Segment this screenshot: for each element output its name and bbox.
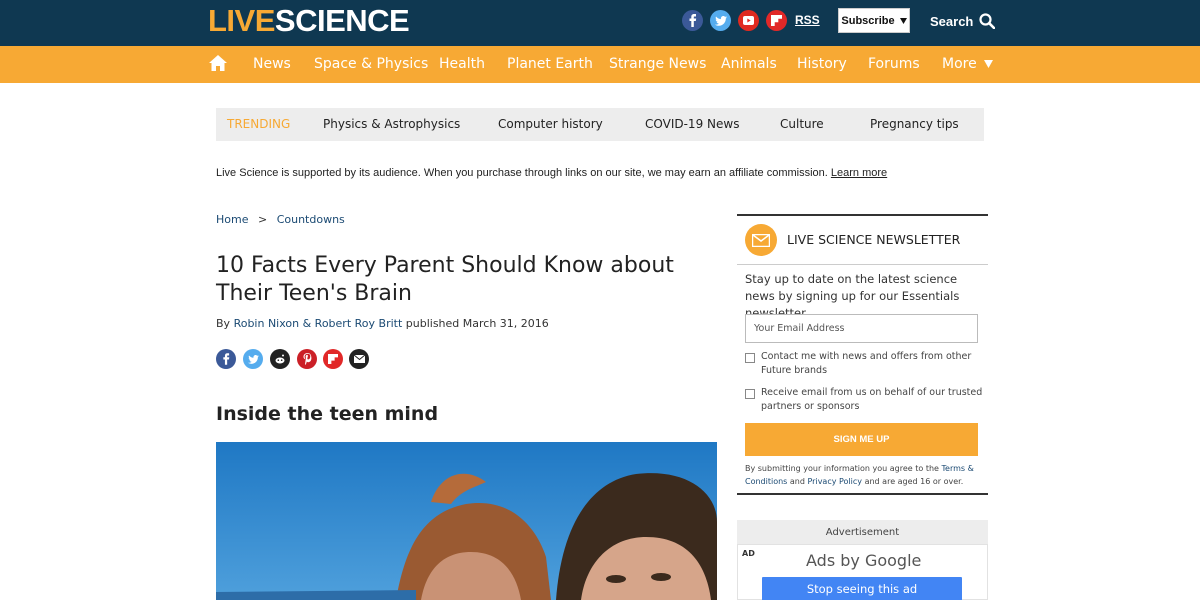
nav-item-history[interactable]: History bbox=[797, 56, 847, 73]
hero-image bbox=[216, 442, 717, 600]
sign-up-button[interactable]: SIGN ME UP bbox=[745, 423, 978, 456]
nav-item-forums[interactable]: Forums bbox=[868, 56, 920, 73]
ad-frame: AD Ads by Google Stop seeing this ad bbox=[737, 544, 988, 600]
main-nav: News Space & Physics Health Planet Earth… bbox=[0, 46, 1200, 83]
ad-badge: AD bbox=[742, 549, 755, 558]
affiliate-notice: Live Science is supported by its audienc… bbox=[216, 167, 887, 179]
share-flipboard-icon[interactable] bbox=[323, 349, 343, 369]
trending-item-physics[interactable]: Physics & Astrophysics bbox=[323, 117, 460, 132]
byline-prefix: By bbox=[216, 317, 231, 330]
trending-item-pregnancy[interactable]: Pregnancy tips bbox=[870, 117, 959, 132]
caret-down-icon bbox=[984, 60, 994, 68]
share-pinterest-icon[interactable] bbox=[297, 349, 317, 369]
share-facebook-icon[interactable] bbox=[216, 349, 236, 369]
nav-item-news[interactable]: News bbox=[253, 56, 291, 73]
article-subhead: Inside the teen mind bbox=[216, 403, 439, 425]
ad-label: Advertisement bbox=[825, 527, 900, 538]
nav-item-space-physics[interactable]: Space & Physics bbox=[314, 56, 428, 73]
partners-checkbox[interactable] bbox=[745, 389, 755, 399]
ads-by-google: Ads by Google bbox=[806, 551, 922, 570]
legal-prefix: By submitting your information you agree… bbox=[745, 464, 939, 473]
twitter-icon[interactable] bbox=[710, 10, 731, 31]
partners-checkbox-label: Receive email from us on behalf of our t… bbox=[761, 387, 983, 412]
facebook-icon[interactable] bbox=[682, 10, 703, 31]
subscribe-label: Subscribe bbox=[841, 14, 895, 27]
breadcrumb-countdowns[interactable]: Countdowns bbox=[277, 213, 345, 226]
newsletter-legal: By submitting your information you agree… bbox=[745, 462, 980, 488]
publish-date: published March 31, 2016 bbox=[405, 317, 549, 330]
logo-live-text: LIVE bbox=[208, 3, 275, 38]
caret-down-icon bbox=[899, 17, 907, 24]
email-field[interactable] bbox=[745, 314, 978, 343]
rss-link[interactable]: RSS bbox=[795, 13, 820, 27]
breadcrumb: Home > Countdowns bbox=[216, 213, 345, 226]
legal-and: and bbox=[789, 477, 805, 486]
newsletter-divider bbox=[737, 264, 988, 265]
search-label: Search bbox=[930, 13, 974, 29]
breadcrumb-home[interactable]: Home bbox=[216, 213, 248, 226]
site-logo[interactable]: LIVESCIENCE bbox=[208, 3, 410, 38]
share-email-icon[interactable] bbox=[349, 349, 369, 369]
byline: By Robin Nixon & Robert Roy Britt publis… bbox=[216, 317, 549, 330]
nav-item-health[interactable]: Health bbox=[439, 56, 485, 73]
search-button[interactable]: Search bbox=[930, 10, 996, 32]
article-title: 10 Facts Every Parent Should Know about … bbox=[216, 253, 674, 306]
flipboard-icon[interactable] bbox=[766, 10, 787, 31]
stop-seeing-ad-button[interactable]: Stop seeing this ad bbox=[762, 577, 962, 600]
share-twitter-icon[interactable] bbox=[243, 349, 263, 369]
nav-more-label: More bbox=[942, 56, 977, 72]
trending-item-culture[interactable]: Culture bbox=[780, 117, 824, 132]
home-icon[interactable] bbox=[209, 55, 227, 71]
nav-item-animals[interactable]: Animals bbox=[721, 56, 777, 73]
trending-label: TRENDING bbox=[227, 117, 291, 131]
trending-bar: TRENDING Physics & Astrophysics Computer… bbox=[216, 108, 984, 141]
breadcrumb-separator: > bbox=[257, 213, 268, 226]
nav-item-planet-earth[interactable]: Planet Earth bbox=[507, 56, 593, 73]
nav-item-strange-news[interactable]: Strange News bbox=[609, 56, 706, 73]
newsletter-title: LIVE SCIENCE NEWSLETTER bbox=[787, 232, 961, 247]
top-header: LIVESCIENCE RSS Subscribe Search bbox=[0, 0, 1200, 46]
share-reddit-icon[interactable] bbox=[270, 349, 290, 369]
advertisement: Advertisement AD Ads by Google Stop seei… bbox=[737, 520, 988, 600]
search-icon bbox=[979, 13, 996, 29]
learn-more-link[interactable]: Learn more bbox=[831, 167, 887, 179]
logo-science-text: SCIENCE bbox=[274, 3, 410, 38]
contact-checkbox[interactable] bbox=[745, 353, 755, 363]
envelope-icon bbox=[745, 224, 777, 256]
contact-checkbox-label: Contact me with news and offers from oth… bbox=[761, 351, 972, 376]
subscribe-button[interactable]: Subscribe bbox=[838, 8, 910, 33]
youtube-icon[interactable] bbox=[738, 10, 759, 31]
trending-item-covid[interactable]: COVID-19 News bbox=[645, 117, 739, 132]
privacy-link[interactable]: Privacy Policy bbox=[808, 477, 863, 486]
author-link[interactable]: Robin Nixon & Robert Roy Britt bbox=[234, 317, 403, 330]
affiliate-text: Live Science is supported by its audienc… bbox=[216, 167, 828, 179]
newsletter-widget: LIVE SCIENCE NEWSLETTER Stay up to date … bbox=[737, 214, 988, 495]
nav-item-more[interactable]: More bbox=[942, 56, 994, 73]
legal-suffix: and are aged 16 or over. bbox=[864, 477, 964, 486]
trending-item-computer-history[interactable]: Computer history bbox=[498, 117, 603, 132]
